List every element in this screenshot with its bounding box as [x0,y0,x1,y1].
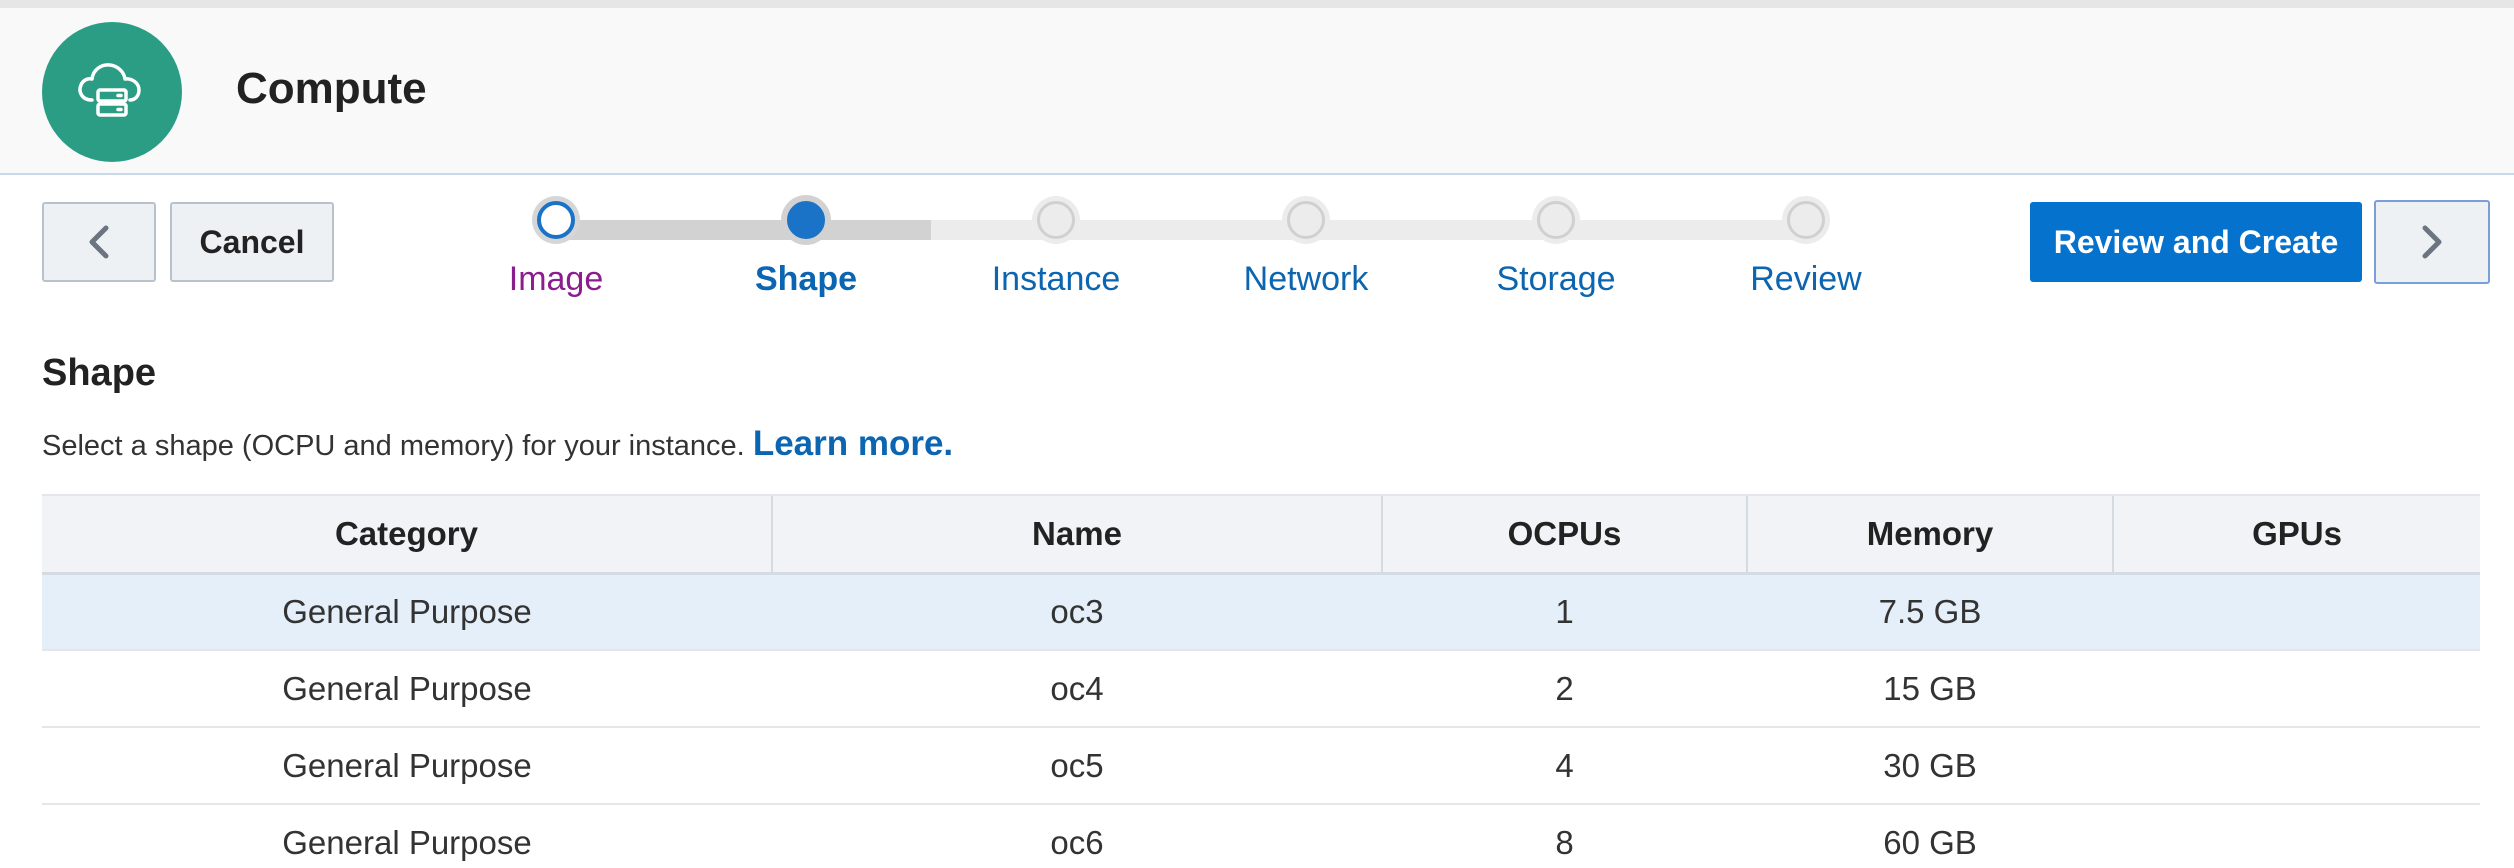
table-row[interactable]: General Purpose oc3 1 7.5 GB [42,573,2480,651]
section-title: Shape [42,352,157,394]
step-indicator[interactable] [1536,200,1576,240]
step-indicator[interactable] [1786,200,1826,240]
step-label[interactable]: Review [1691,260,1921,299]
table-row[interactable]: General Purpose oc4 2 15 GB [42,650,2480,728]
column-header-name[interactable]: Name [771,494,1382,575]
shape-table: Category Name OCPUs Memory GPUs General … [42,494,2480,868]
step-label[interactable]: Network [1191,260,1421,299]
train-step-instance[interactable]: Instance [941,200,1171,310]
back-button[interactable] [42,202,156,282]
column-header-ocpus[interactable]: OCPUs [1381,494,1747,575]
cell-memory: 15 GB [1747,650,2113,728]
cell-category: General Purpose [42,650,772,728]
table-header-row: Category Name OCPUs Memory GPUs [42,494,2480,575]
cell-gpus [2113,727,2480,805]
step-indicator[interactable] [1036,200,1076,240]
section-description: Select a shape (OCPU and memory) for you… [42,424,953,464]
learn-more-link[interactable]: Learn more. [753,424,953,463]
train-step-shape[interactable]: Shape [691,200,921,310]
cloud-server-icon [42,22,182,162]
cell-gpus [2113,573,2480,651]
train-step-review[interactable]: Review [1691,200,1921,310]
cell-ocpus: 4 [1382,727,1747,805]
cell-ocpus: 2 [1382,650,1747,728]
cell-memory: 7.5 GB [1747,573,2113,651]
step-indicator[interactable] [1286,200,1326,240]
train-step-network[interactable]: Network [1191,200,1421,310]
cell-category: General Purpose [42,804,772,868]
column-header-memory[interactable]: Memory [1746,494,2113,575]
cell-memory: 30 GB [1747,727,2113,805]
app-header: Compute [0,0,2514,175]
column-header-gpus[interactable]: GPUs [2112,494,2480,575]
table-row[interactable]: General Purpose oc5 4 30 GB [42,727,2480,805]
description-text: Select a shape (OCPU and memory) for you… [42,430,745,462]
table-row[interactable]: General Purpose oc6 8 60 GB [42,804,2480,868]
train-step-image[interactable]: Image [441,200,671,310]
cell-gpus [2113,650,2480,728]
cancel-button[interactable]: Cancel [170,202,334,282]
step-indicator[interactable] [786,200,826,240]
train-step-storage[interactable]: Storage [1441,200,1671,310]
step-label[interactable]: Storage [1441,260,1671,299]
cell-name: oc3 [772,573,1382,651]
step-label[interactable]: Instance [941,260,1171,299]
page: Compute Cancel Image Shape Instance Netw… [0,0,2514,868]
step-label[interactable]: Shape [691,260,921,299]
step-indicator[interactable] [536,200,576,240]
cell-memory: 60 GB [1747,804,2113,868]
cell-name: oc4 [772,650,1382,728]
cell-ocpus: 8 [1382,804,1747,868]
cell-name: oc6 [772,804,1382,868]
cell-ocpus: 1 [1382,573,1747,651]
chevron-right-icon [2422,225,2442,259]
page-title: Compute [236,64,427,113]
cell-category: General Purpose [42,573,772,651]
next-button[interactable] [2374,200,2490,284]
cell-name: oc5 [772,727,1382,805]
review-and-create-button[interactable]: Review and Create [2030,202,2362,282]
column-header-category[interactable]: Category [42,494,772,575]
cell-gpus [2113,804,2480,868]
cell-category: General Purpose [42,727,772,805]
chevron-left-icon [89,225,109,259]
step-label[interactable]: Image [441,260,671,299]
